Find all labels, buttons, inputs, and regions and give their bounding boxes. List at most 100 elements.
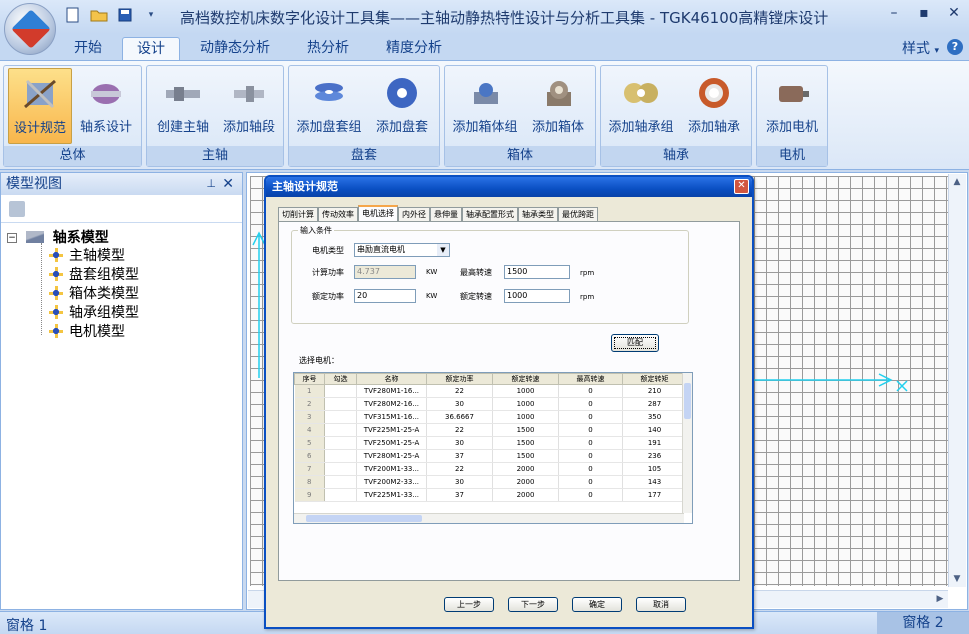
table-cell: 1500 bbox=[492, 423, 559, 437]
scroll-thumb[interactable] bbox=[684, 383, 691, 419]
canvas-vertical-scrollbar[interactable]: ▲ ▼ bbox=[948, 174, 966, 587]
cancel-button[interactable]: 取消 bbox=[636, 597, 686, 612]
col-header-rated-speed[interactable]: 额定转速 bbox=[492, 373, 559, 385]
open-folder-icon[interactable] bbox=[90, 6, 108, 24]
scroll-up-icon[interactable]: ▲ bbox=[949, 174, 965, 190]
shaft-system-design-button[interactable]: 轴系设计 bbox=[74, 68, 138, 144]
prev-step-button[interactable]: 上一步 bbox=[444, 597, 494, 612]
window-controls: – ▪ ✕ bbox=[887, 6, 961, 20]
dlg-tab-diameters[interactable]: 内外径 bbox=[398, 207, 430, 221]
ribbon-group-housing-label: 箱体 bbox=[445, 146, 595, 166]
motor-table[interactable]: 序号 勾选 名称 额定功率 额定转速 最高转速 额定转矩 1 TVF280M1-1… bbox=[293, 372, 693, 524]
tab-start[interactable]: 开始 bbox=[60, 37, 116, 60]
scroll-thumb[interactable] bbox=[306, 515, 422, 522]
pin-icon[interactable]: ⊥ bbox=[206, 173, 216, 195]
calc-power-unit: KW bbox=[426, 268, 438, 276]
add-bearing-group-button[interactable]: 添加轴承组 bbox=[605, 68, 677, 144]
next-step-button[interactable]: 下一步 bbox=[508, 597, 558, 612]
design-spec-button[interactable]: 设计规范 bbox=[8, 68, 72, 144]
add-bearing-button[interactable]: 添加轴承 bbox=[681, 68, 747, 144]
ribbon-group-overall-label: 总体 bbox=[4, 146, 141, 166]
table-cell: 22 bbox=[426, 384, 493, 398]
tree-root-shaft-system[interactable]: − 轴系模型 bbox=[7, 227, 109, 247]
table-cell: 191 bbox=[622, 436, 687, 450]
row-checkbox-cell[interactable] bbox=[324, 475, 357, 489]
row-checkbox-cell[interactable] bbox=[324, 488, 357, 502]
tree-item-bearing-group-model[interactable]: 轴承组模型 bbox=[49, 302, 139, 322]
table-cell: 1500 bbox=[492, 436, 559, 450]
dlg-tab-bearing-type[interactable]: 轴承类型 bbox=[518, 207, 558, 221]
max-speed-field[interactable]: 1500 bbox=[504, 265, 570, 279]
table-row[interactable]: 9 TVF225M1-33... 37 2000 0 177 bbox=[294, 488, 687, 502]
col-header-max-speed[interactable]: 最高转速 bbox=[558, 373, 623, 385]
customize-dropdown-icon[interactable]: ▾ bbox=[142, 6, 160, 24]
table-row[interactable]: 1 TVF280M1-16... 22 1000 0 210 bbox=[294, 384, 687, 398]
dlg-tab-cutting-calc[interactable]: 切削计算 bbox=[278, 207, 318, 221]
add-motor-button[interactable]: 添加电机 bbox=[760, 68, 824, 144]
col-header-rated-power[interactable]: 额定功率 bbox=[426, 373, 493, 385]
table-row[interactable]: 5 TVF250M1-25-A 30 1500 0 191 bbox=[294, 436, 687, 450]
tab-precision[interactable]: 精度分析 bbox=[372, 37, 456, 60]
dlg-tab-transmission-efficiency[interactable]: 传动效率 bbox=[318, 207, 358, 221]
tree-item-motor-model[interactable]: 电机模型 bbox=[49, 321, 125, 341]
save-icon[interactable] bbox=[116, 6, 134, 24]
tab-thermal[interactable]: 热分析 bbox=[293, 37, 363, 60]
row-checkbox-cell[interactable] bbox=[324, 397, 357, 411]
table-row[interactable]: 4 TVF225M1-25-A 22 1500 0 140 bbox=[294, 423, 687, 437]
add-disc-button[interactable]: 添加盘套 bbox=[369, 68, 435, 144]
table-cell: 140 bbox=[622, 423, 687, 437]
table-row[interactable]: 8 TVF200M2-33... 30 2000 0 143 bbox=[294, 475, 687, 489]
col-header-check[interactable]: 勾选 bbox=[324, 373, 357, 385]
ok-button[interactable]: 确定 bbox=[572, 597, 622, 612]
tab-design[interactable]: 设计 bbox=[122, 37, 180, 60]
quick-access-toolbar: ▾ bbox=[64, 6, 160, 24]
tab-dynamic-static[interactable]: 动静态分析 bbox=[186, 37, 284, 60]
add-disc-group-button[interactable]: 添加盘套组 bbox=[293, 68, 365, 144]
row-checkbox-cell[interactable] bbox=[324, 436, 357, 450]
scroll-down-icon[interactable]: ▼ bbox=[949, 571, 965, 587]
dlg-tab-optimal-span[interactable]: 最优跨距 bbox=[558, 207, 598, 221]
create-spindle-button[interactable]: 创建主轴 bbox=[151, 68, 215, 144]
match-button[interactable]: 匹配 bbox=[611, 334, 659, 352]
row-checkbox-cell[interactable] bbox=[324, 384, 357, 398]
rated-speed-field[interactable]: 1000 bbox=[504, 289, 570, 303]
dlg-tab-bearing-config[interactable]: 轴承配置形式 bbox=[462, 207, 518, 221]
row-checkbox-cell[interactable] bbox=[324, 462, 357, 476]
row-checkbox-cell[interactable] bbox=[324, 423, 357, 437]
table-cell: 0 bbox=[558, 449, 623, 463]
close-icon[interactable]: ✕ bbox=[947, 6, 961, 20]
new-file-icon[interactable] bbox=[64, 6, 82, 24]
app-menu-button[interactable] bbox=[4, 3, 56, 55]
minimize-icon[interactable]: – bbox=[887, 6, 901, 20]
col-header-index[interactable]: 序号 bbox=[294, 373, 325, 385]
refresh-icon[interactable] bbox=[9, 201, 25, 217]
dlg-tab-motor-selection[interactable]: 电机选择 bbox=[358, 205, 398, 221]
close-icon[interactable]: ✕ bbox=[222, 173, 234, 195]
row-checkbox-cell[interactable] bbox=[324, 410, 357, 424]
table-row[interactable]: 6 TVF280M1-25-A 37 1500 0 236 bbox=[294, 449, 687, 463]
row-checkbox-cell[interactable] bbox=[324, 449, 357, 463]
tree-item-housing-model[interactable]: 箱体类模型 bbox=[49, 283, 139, 303]
tree-item-disc-group-model[interactable]: 盘套组模型 bbox=[49, 264, 139, 284]
rated-power-field[interactable]: 20 bbox=[354, 289, 416, 303]
help-icon[interactable]: ? bbox=[947, 39, 963, 55]
collapse-icon[interactable]: − bbox=[7, 233, 17, 243]
table-horizontal-scrollbar[interactable] bbox=[294, 513, 684, 523]
add-shaft-segment-button[interactable]: 添加轴段 bbox=[217, 68, 281, 144]
add-housing-button[interactable]: 添加箱体 bbox=[525, 68, 591, 144]
col-header-rated-torque[interactable]: 额定转矩 bbox=[622, 373, 687, 385]
dlg-tab-overhang[interactable]: 悬伸量 bbox=[430, 207, 462, 221]
table-row[interactable]: 3 TVF315M1-16... 36.6667 1000 0 350 bbox=[294, 410, 687, 424]
design-spec-label: 设计规范 bbox=[13, 121, 66, 136]
style-menu[interactable]: 样式 ▾ bbox=[902, 38, 939, 58]
table-row[interactable]: 7 TVF200M1-33... 22 2000 0 105 bbox=[294, 462, 687, 476]
table-row[interactable]: 2 TVF280M2-16... 30 1000 0 287 bbox=[294, 397, 687, 411]
dialog-close-icon[interactable]: ✕ bbox=[734, 179, 749, 194]
col-header-name[interactable]: 名称 bbox=[356, 373, 427, 385]
restore-icon[interactable]: ▪ bbox=[917, 6, 931, 20]
motor-type-select[interactable]: 串励直流电机 ▼ bbox=[354, 243, 450, 257]
table-vertical-scrollbar[interactable] bbox=[682, 373, 692, 513]
scroll-right-icon[interactable]: ▶ bbox=[932, 591, 948, 607]
tree-item-spindle-model[interactable]: 主轴模型 bbox=[49, 245, 125, 265]
add-housing-group-button[interactable]: 添加箱体组 bbox=[449, 68, 521, 144]
